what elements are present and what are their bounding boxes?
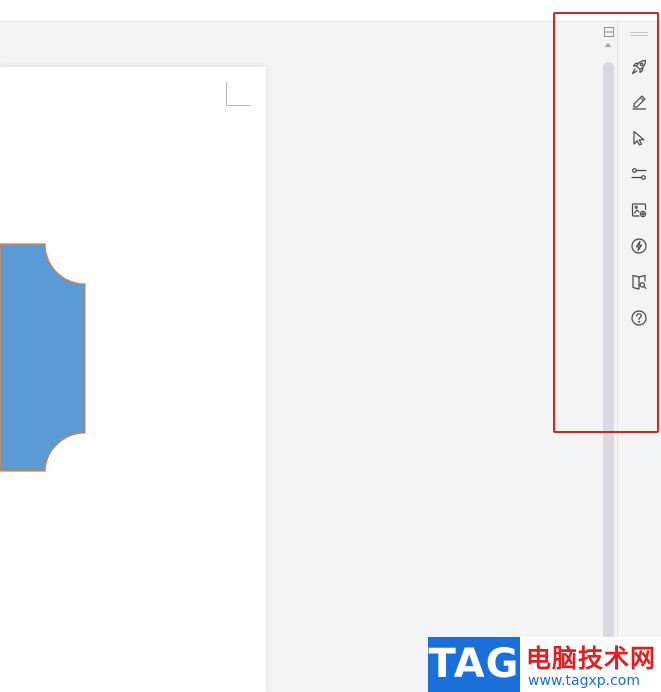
page-margin-corner-mark bbox=[226, 82, 250, 106]
watermark-url: www.tagxp.com bbox=[528, 673, 640, 689]
site-watermark: TAG 电脑技术网 www.tagxp.com bbox=[428, 637, 661, 692]
notched-rectangle-shape[interactable] bbox=[0, 243, 90, 473]
watermark-title: 电脑技术网 bbox=[526, 644, 657, 673]
annotation-highlight-box bbox=[553, 12, 659, 433]
watermark-tag-logo: TAG bbox=[428, 637, 520, 692]
